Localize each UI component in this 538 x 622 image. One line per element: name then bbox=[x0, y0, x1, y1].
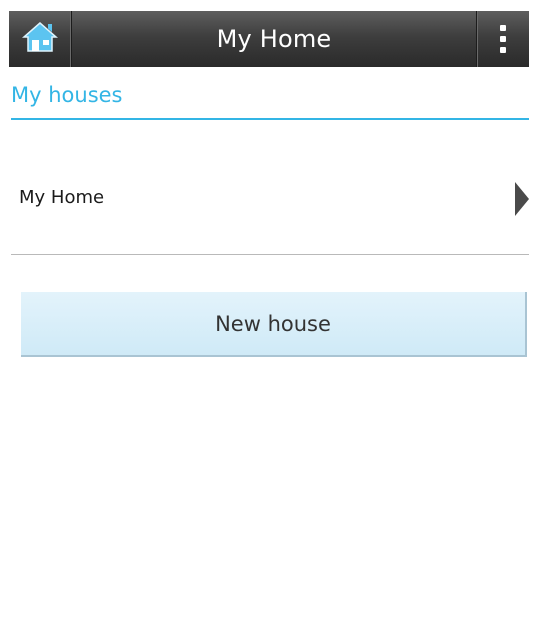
chevron-right-icon bbox=[515, 182, 529, 216]
overflow-menu-icon bbox=[500, 25, 506, 31]
overflow-dot bbox=[500, 36, 506, 42]
home-icon bbox=[22, 21, 58, 57]
section-header: My houses bbox=[11, 82, 529, 120]
page-title: My Home bbox=[216, 25, 332, 53]
overflow-dot bbox=[500, 47, 506, 53]
home-button[interactable] bbox=[9, 11, 72, 67]
overflow-menu-button[interactable] bbox=[476, 11, 529, 67]
section-title: My houses bbox=[11, 83, 123, 107]
app-screen: My Home My houses My Home New house bbox=[0, 0, 538, 622]
list-item-house[interactable]: My Home bbox=[11, 145, 529, 255]
action-bar: My Home bbox=[9, 11, 529, 67]
house-label: My Home bbox=[19, 187, 105, 208]
new-house-button[interactable]: New house bbox=[21, 292, 527, 357]
